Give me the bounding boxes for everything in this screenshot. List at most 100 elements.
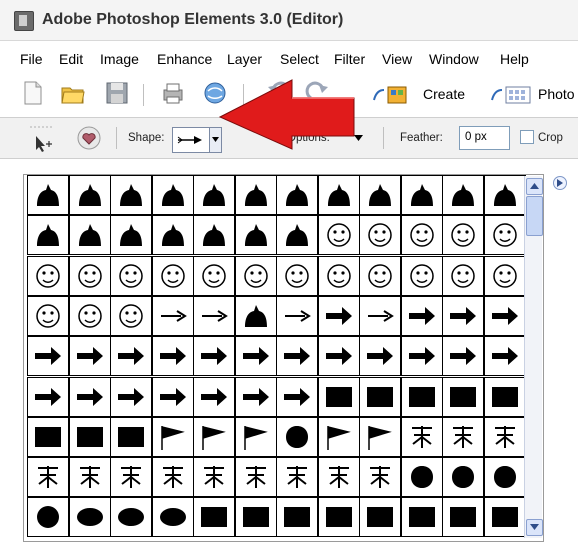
shape-cell[interactable] xyxy=(400,336,443,377)
shape-cell[interactable] xyxy=(359,255,401,296)
shape-cell[interactable] xyxy=(276,175,318,215)
shape-cell[interactable] xyxy=(110,215,152,256)
shape-cell[interactable] xyxy=(317,215,360,256)
shape-cell[interactable] xyxy=(359,215,401,256)
shape-cell[interactable] xyxy=(317,497,360,538)
shape-cell[interactable] xyxy=(483,457,526,498)
shape-cell[interactable] xyxy=(27,175,69,215)
shape-cell[interactable] xyxy=(276,497,318,538)
shape-cell[interactable] xyxy=(151,175,194,215)
shape-cell[interactable] xyxy=(68,457,111,498)
shape-cell[interactable] xyxy=(276,457,318,498)
feather-input[interactable]: 0 px xyxy=(459,126,510,150)
shape-cell[interactable] xyxy=(276,255,318,296)
shape-cell[interactable] xyxy=(68,175,111,215)
shape-cell[interactable] xyxy=(317,457,360,498)
print-icon[interactable] xyxy=(160,80,186,106)
shape-cell[interactable] xyxy=(317,255,360,296)
shape-cell[interactable] xyxy=(151,295,194,336)
menu-enhance[interactable]: Enhance xyxy=(157,51,212,67)
shape-cell[interactable] xyxy=(27,215,69,256)
create-icon[interactable] xyxy=(372,84,410,106)
shape-cell[interactable] xyxy=(442,416,484,457)
shape-cell[interactable] xyxy=(359,295,401,336)
shape-cell[interactable] xyxy=(68,416,111,457)
create-button[interactable]: Create xyxy=(423,86,465,102)
shape-cell[interactable] xyxy=(359,336,401,377)
shape-cell[interactable] xyxy=(68,295,111,336)
shape-cell[interactable] xyxy=(234,295,277,336)
shape-cell[interactable] xyxy=(317,295,360,336)
shape-cell[interactable] xyxy=(359,457,401,498)
new-file-icon[interactable] xyxy=(20,80,46,106)
shape-cell[interactable] xyxy=(400,255,443,296)
shape-cell[interactable] xyxy=(400,457,443,498)
shape-cell[interactable] xyxy=(317,376,360,417)
shape-cell[interactable] xyxy=(151,255,194,296)
shape-cell[interactable] xyxy=(442,215,484,256)
menu-view[interactable]: View xyxy=(382,51,412,67)
menu-image[interactable]: Image xyxy=(100,51,139,67)
menu-help[interactable]: Help xyxy=(500,51,529,67)
shape-cell[interactable] xyxy=(234,215,277,256)
shape-cell[interactable] xyxy=(110,295,152,336)
shape-cell[interactable] xyxy=(400,295,443,336)
shape-cell[interactable] xyxy=(193,215,235,256)
shape-cell[interactable] xyxy=(483,416,526,457)
shape-cell[interactable] xyxy=(276,336,318,377)
shape-picker[interactable] xyxy=(172,127,222,153)
shape-cell[interactable] xyxy=(483,255,526,296)
shape-cell[interactable] xyxy=(151,416,194,457)
shape-cell[interactable] xyxy=(276,215,318,256)
shape-cell[interactable] xyxy=(193,175,235,215)
shape-cell[interactable] xyxy=(442,457,484,498)
shape-cell[interactable] xyxy=(234,457,277,498)
shape-cell[interactable] xyxy=(442,255,484,296)
shape-cell[interactable] xyxy=(317,336,360,377)
shape-cell[interactable] xyxy=(193,255,235,296)
shape-cell[interactable] xyxy=(151,376,194,417)
shape-cell[interactable] xyxy=(483,295,526,336)
shape-cell[interactable] xyxy=(483,215,526,256)
shape-cell[interactable] xyxy=(234,376,277,417)
photo-browser-icon[interactable] xyxy=(490,84,532,106)
cookie-cutter-heart-icon[interactable] xyxy=(76,125,102,151)
shape-cell[interactable] xyxy=(234,255,277,296)
shape-cell[interactable] xyxy=(359,497,401,538)
panel-menu-button[interactable] xyxy=(553,176,567,190)
shape-cell[interactable] xyxy=(359,175,401,215)
shape-cell[interactable] xyxy=(110,497,152,538)
menu-window[interactable]: Window xyxy=(429,51,479,67)
shape-cell[interactable] xyxy=(110,416,152,457)
shape-cell[interactable] xyxy=(193,416,235,457)
crop-checkbox[interactable] xyxy=(520,130,534,144)
shape-cell[interactable] xyxy=(483,336,526,377)
shape-cell[interactable] xyxy=(276,416,318,457)
save-icon[interactable] xyxy=(104,80,130,106)
menu-edit[interactable]: Edit xyxy=(59,51,83,67)
shape-cell[interactable] xyxy=(68,215,111,256)
shape-cell[interactable] xyxy=(400,497,443,538)
shape-cell[interactable] xyxy=(193,457,235,498)
shape-cell[interactable] xyxy=(27,497,69,538)
shape-cell[interactable] xyxy=(442,497,484,538)
menu-file[interactable]: File xyxy=(20,51,43,67)
shape-cell[interactable] xyxy=(400,376,443,417)
shape-grid-scrollbar[interactable] xyxy=(524,176,543,538)
shape-cell[interactable] xyxy=(110,336,152,377)
shape-cell[interactable] xyxy=(151,457,194,498)
shape-cell[interactable] xyxy=(68,497,111,538)
shape-cell[interactable] xyxy=(68,376,111,417)
shape-cell[interactable] xyxy=(27,295,69,336)
shape-cell[interactable] xyxy=(234,175,277,215)
shape-cell[interactable] xyxy=(68,336,111,377)
shape-cell[interactable] xyxy=(483,497,526,538)
shape-cell[interactable] xyxy=(27,416,69,457)
shape-cell[interactable] xyxy=(193,376,235,417)
shape-cell[interactable] xyxy=(68,255,111,296)
scroll-down-button[interactable] xyxy=(526,519,543,536)
shape-cell[interactable] xyxy=(27,255,69,296)
shape-cell[interactable] xyxy=(276,295,318,336)
shape-cell[interactable] xyxy=(27,376,69,417)
shape-cell[interactable] xyxy=(442,376,484,417)
